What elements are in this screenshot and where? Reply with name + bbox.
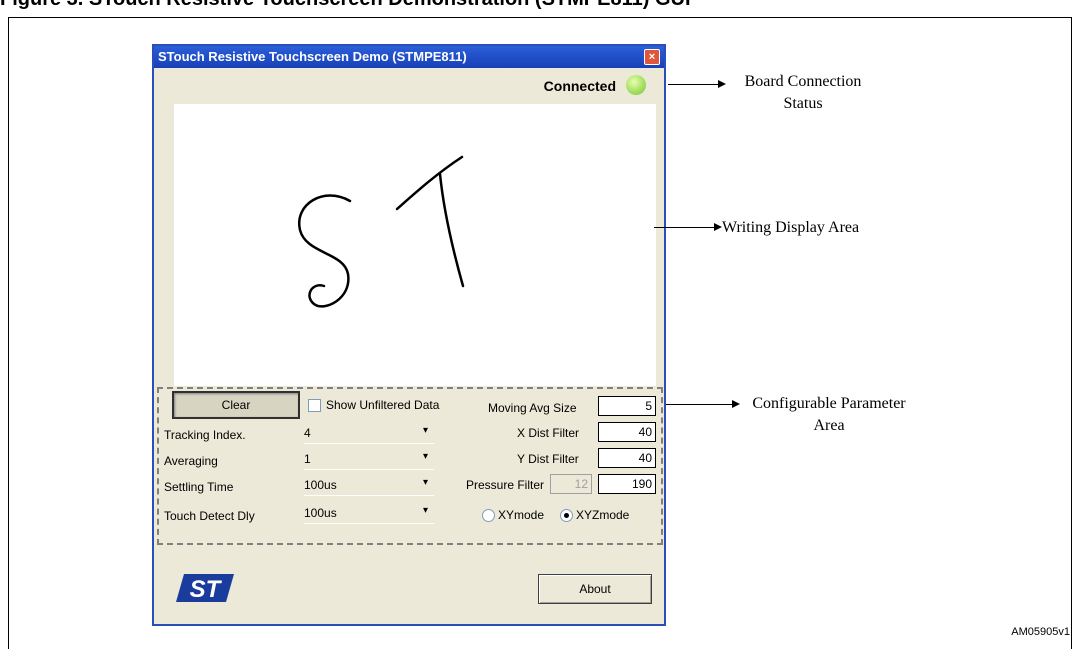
param-area-callout-line1: Configurable Parameter <box>752 395 906 412</box>
chevron-down-icon: ▾ <box>422 505 428 516</box>
window-title: STouch Resistive Touchscreen Demo (STMPE… <box>158 49 467 64</box>
svg-text:ST: ST <box>190 576 223 603</box>
show-unfiltered-checkbox[interactable] <box>308 399 321 412</box>
board-status-callout-line1: Board Connection <box>744 73 862 90</box>
status-led-icon <box>626 75 646 95</box>
board-status-callout-line2: Status <box>783 95 823 112</box>
xyzmode-label: XYZmode <box>576 508 630 522</box>
xymode-label: XYmode <box>498 508 545 522</box>
xyzmode-radio[interactable] <box>560 509 573 522</box>
figure-code: AM05905v1 <box>1011 626 1070 638</box>
board-status-callout-line <box>668 84 718 85</box>
touch-detect-value: 100us <box>304 506 337 520</box>
averaging-label: Averaging <box>164 454 218 468</box>
writing-area-callout-line <box>654 227 714 228</box>
show-unfiltered-label: Show Unfiltered Data <box>326 398 440 412</box>
chevron-down-icon: ▾ <box>422 425 428 436</box>
connection-status: Connected <box>543 78 616 94</box>
param-area-callout-line2: Area <box>813 417 845 434</box>
param-area-callout-line <box>666 404 732 405</box>
touch-detect-select[interactable]: 100us ▾ <box>304 503 434 524</box>
settling-time-value: 100us <box>304 478 337 492</box>
x-dist-input[interactable]: 40 <box>598 422 656 442</box>
pressure-filter-label: Pressure Filter <box>466 478 545 492</box>
clear-button[interactable]: Clear <box>172 391 300 419</box>
pressure-filter-input[interactable]: 190 <box>598 474 656 494</box>
chevron-down-icon: ▾ <box>422 451 428 462</box>
xymode-radio[interactable] <box>482 509 495 522</box>
chevron-down-icon: ▾ <box>422 477 428 488</box>
st-logo-icon: ST <box>176 574 234 603</box>
tracking-index-select[interactable]: 4 ▾ <box>304 423 434 444</box>
writing-area-callout: Writing Display Area <box>722 219 860 236</box>
y-dist-label: Y Dist Filter <box>517 452 579 466</box>
moving-avg-input[interactable]: 5 <box>598 396 656 416</box>
settling-time-select[interactable]: 100us ▾ <box>304 475 434 496</box>
board-status-callout: Board Connection Status <box>718 71 888 115</box>
averaging-value: 1 <box>304 452 311 466</box>
figure-header: Figure 3. STouch Resistive Touchscreen D… <box>0 0 1074 18</box>
handwriting-strokes <box>297 155 465 308</box>
title-bar[interactable]: STouch Resistive Touchscreen Demo (STMPE… <box>154 46 664 68</box>
arrow-right-icon <box>714 223 722 231</box>
param-area-callout: Configurable Parameter Area <box>736 393 922 437</box>
about-button[interactable]: About <box>538 574 652 604</box>
x-dist-label: X Dist Filter <box>517 426 580 440</box>
tracking-index-value: 4 <box>304 426 311 440</box>
app-window: STouch Resistive Touchscreen Demo (STMPE… <box>152 44 666 626</box>
writing-display-area[interactable] <box>174 104 656 386</box>
moving-avg-label: Moving Avg Size <box>488 401 577 415</box>
pressure-raw-value: 12 <box>550 474 592 494</box>
close-button[interactable]: × <box>644 49 660 65</box>
settling-time-label: Settling Time <box>164 480 234 494</box>
averaging-select[interactable]: 1 ▾ <box>304 449 434 470</box>
y-dist-input[interactable]: 40 <box>598 448 656 468</box>
tracking-index-label: Tracking Index. <box>164 428 246 442</box>
touch-detect-label: Touch Detect Dly <box>164 509 255 523</box>
figure-header-text: Figure 3. STouch Resistive Touchscreen D… <box>0 0 691 11</box>
